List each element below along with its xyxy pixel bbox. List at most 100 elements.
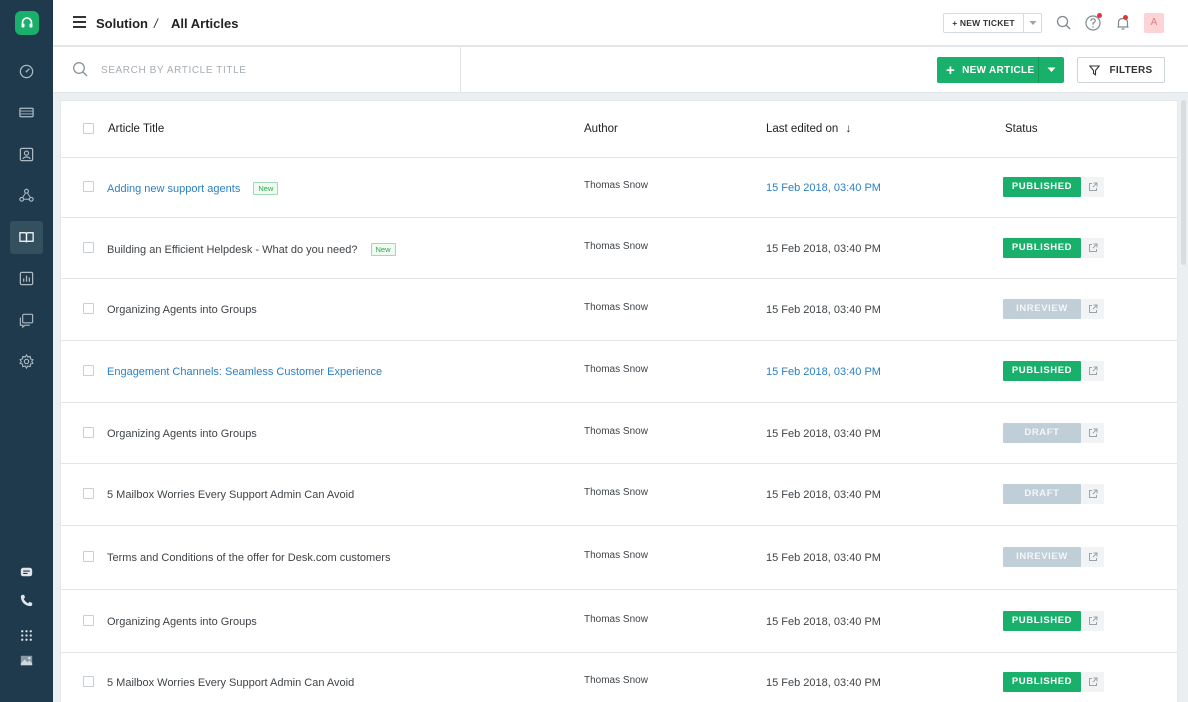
author-name: Thomas Snow xyxy=(584,426,648,437)
breadcrumb-all-articles: All Articles xyxy=(171,16,239,31)
author-name: Thomas Snow xyxy=(584,241,648,252)
author-name: Thomas Snow xyxy=(584,302,648,313)
freshdesk-logo-icon[interactable] xyxy=(15,11,39,35)
hamburger-menu-icon[interactable] xyxy=(73,16,86,28)
table-row[interactable]: Adding new support agents New Thomas Snow 1… xyxy=(61,158,1177,218)
plus-icon: + xyxy=(952,18,960,28)
new-badge: New xyxy=(370,243,396,256)
table-header: Article Title Author Last edited on ↓ St… xyxy=(61,101,1177,158)
breadcrumb-solution[interactable]: Solution xyxy=(96,16,148,31)
row-checkbox[interactable] xyxy=(83,615,94,626)
new-article-button[interactable]: + NEW ARTICLE xyxy=(937,57,1064,83)
table-row[interactable]: Terms and Conditions of the offer for De… xyxy=(61,526,1177,590)
column-author[interactable]: Author xyxy=(584,123,618,135)
last-edited-date: 15 Feb 2018, 03:40 PM xyxy=(766,428,881,440)
vertical-scrollbar[interactable] xyxy=(1181,100,1186,265)
open-external-icon[interactable] xyxy=(1081,299,1104,319)
admin-icon[interactable] xyxy=(10,345,43,378)
phone-icon[interactable] xyxy=(10,584,43,617)
article-title-link[interactable]: Organizing Agents into Groups xyxy=(107,616,257,628)
row-checkbox[interactable] xyxy=(83,365,94,376)
article-title-link[interactable]: Engagement Channels: Seamless Customer E… xyxy=(107,366,382,378)
open-external-icon[interactable] xyxy=(1081,672,1104,692)
search-box xyxy=(53,47,461,93)
select-all-checkbox[interactable] xyxy=(83,123,94,134)
article-title-text: Engagement Channels: Seamless Customer E… xyxy=(107,366,383,378)
open-external-icon[interactable] xyxy=(1081,177,1104,197)
table-row[interactable]: Organizing Agents into Groups Thomas Snow… xyxy=(61,279,1177,341)
article-title-text: Terms and Conditions of the offer for De… xyxy=(107,552,391,564)
sort-down-arrow-icon[interactable]: ↓ xyxy=(845,123,851,135)
new-ticket-dropdown-icon[interactable] xyxy=(1023,14,1041,32)
search-icon[interactable] xyxy=(1055,14,1073,32)
open-external-icon[interactable] xyxy=(1081,484,1104,504)
plus-icon: + xyxy=(946,61,956,79)
article-title-text: 5 Mailbox Worries Every Support Admin Ca… xyxy=(107,677,355,689)
table-row[interactable]: Organizing Agents into Groups Thomas Snow… xyxy=(61,590,1177,653)
new-article-dropdown-icon[interactable] xyxy=(1038,57,1064,83)
new-ticket-button[interactable]: + NEW TICKET xyxy=(943,13,1042,33)
article-title-link[interactable]: Organizing Agents into Groups xyxy=(107,304,257,316)
table-row[interactable]: Organizing Agents into Groups Thomas Snow… xyxy=(61,403,1177,464)
contacts-icon[interactable] xyxy=(10,138,43,171)
column-article-title[interactable]: Article Title xyxy=(108,123,164,135)
author-name: Thomas Snow xyxy=(584,487,648,498)
new-ticket-main[interactable]: + NEW TICKET xyxy=(944,18,1023,28)
article-title-link[interactable]: Organizing Agents into Groups xyxy=(107,428,257,440)
article-title-text: Adding new support agents xyxy=(107,182,241,195)
last-edited-date: 15 Feb 2018, 03:40 PM xyxy=(766,489,881,501)
row-checkbox[interactable] xyxy=(83,427,94,438)
photo-icon[interactable] xyxy=(10,644,43,677)
open-external-icon[interactable] xyxy=(1081,423,1104,443)
author-name: Thomas Snow xyxy=(584,614,648,625)
status-badge: DRAFT xyxy=(1003,423,1081,443)
article-title-link[interactable]: Building an Efficient Helpdesk - What do… xyxy=(107,243,396,256)
last-edited-date: 15 Feb 2018, 03:40 PM xyxy=(766,616,881,628)
article-title-link[interactable]: 5 Mailbox Worries Every Support Admin Ca… xyxy=(107,677,354,689)
search-icon xyxy=(73,62,88,77)
row-checkbox[interactable] xyxy=(83,181,94,192)
articles-table: Article Title Author Last edited on ↓ St… xyxy=(60,100,1178,702)
table-row[interactable]: 5 Mailbox Worries Every Support Admin Ca… xyxy=(61,653,1177,702)
status-badge: PUBLISHED xyxy=(1003,177,1081,197)
last-edited-date: 15 Feb 2018, 03:40 PM xyxy=(766,182,881,194)
open-external-icon[interactable] xyxy=(1081,238,1104,258)
row-checkbox[interactable] xyxy=(83,551,94,562)
reports-icon[interactable] xyxy=(10,262,43,295)
open-external-icon[interactable] xyxy=(1081,611,1104,631)
status-badge: INREVIEW xyxy=(1003,547,1081,567)
row-checkbox[interactable] xyxy=(83,303,94,314)
status-badge: PUBLISHED xyxy=(1003,361,1081,381)
last-edited-date: 15 Feb 2018, 03:40 PM xyxy=(766,304,881,316)
article-title-link[interactable]: Terms and Conditions of the offer for De… xyxy=(107,552,390,564)
column-status[interactable]: Status xyxy=(1005,123,1038,135)
social-icon[interactable] xyxy=(10,304,43,337)
new-article-label: NEW ARTICLE xyxy=(962,64,1035,76)
dashboard-icon[interactable] xyxy=(10,55,43,88)
row-checkbox[interactable] xyxy=(83,488,94,499)
article-title-text: Building an Efficient Helpdesk - What do… xyxy=(107,243,358,256)
table-row[interactable]: Building an Efficient Helpdesk - What do… xyxy=(61,218,1177,279)
article-title-link[interactable]: Adding new support agents New xyxy=(107,182,279,195)
filters-button[interactable]: FILTERS xyxy=(1077,57,1165,83)
open-external-icon[interactable] xyxy=(1081,361,1104,381)
user-avatar[interactable]: A xyxy=(1144,13,1164,33)
new-article-main[interactable]: + NEW ARTICLE xyxy=(937,57,1038,83)
row-checkbox[interactable] xyxy=(83,676,94,687)
column-last-edited[interactable]: Last edited on ↓ xyxy=(766,123,851,135)
groups-icon[interactable] xyxy=(10,179,43,212)
row-checkbox[interactable] xyxy=(83,242,94,253)
author-name: Thomas Snow xyxy=(584,364,648,375)
solutions-icon[interactable] xyxy=(10,221,43,254)
help-notification-dot xyxy=(1097,13,1102,18)
open-external-icon[interactable] xyxy=(1081,547,1104,567)
search-article-input[interactable] xyxy=(101,61,441,79)
tickets-icon[interactable] xyxy=(10,96,43,129)
table-row[interactable]: 5 Mailbox Worries Every Support Admin Ca… xyxy=(61,464,1177,526)
last-edited-date: 15 Feb 2018, 03:40 PM xyxy=(766,552,881,564)
article-title-text: Organizing Agents into Groups xyxy=(107,616,257,628)
article-title-link[interactable]: 5 Mailbox Worries Every Support Admin Ca… xyxy=(107,489,354,501)
last-edited-date: 15 Feb 2018, 03:40 PM xyxy=(766,677,881,689)
last-edited-date: 15 Feb 2018, 03:40 PM xyxy=(766,366,881,378)
table-row[interactable]: Engagement Channels: Seamless Customer E… xyxy=(61,341,1177,403)
